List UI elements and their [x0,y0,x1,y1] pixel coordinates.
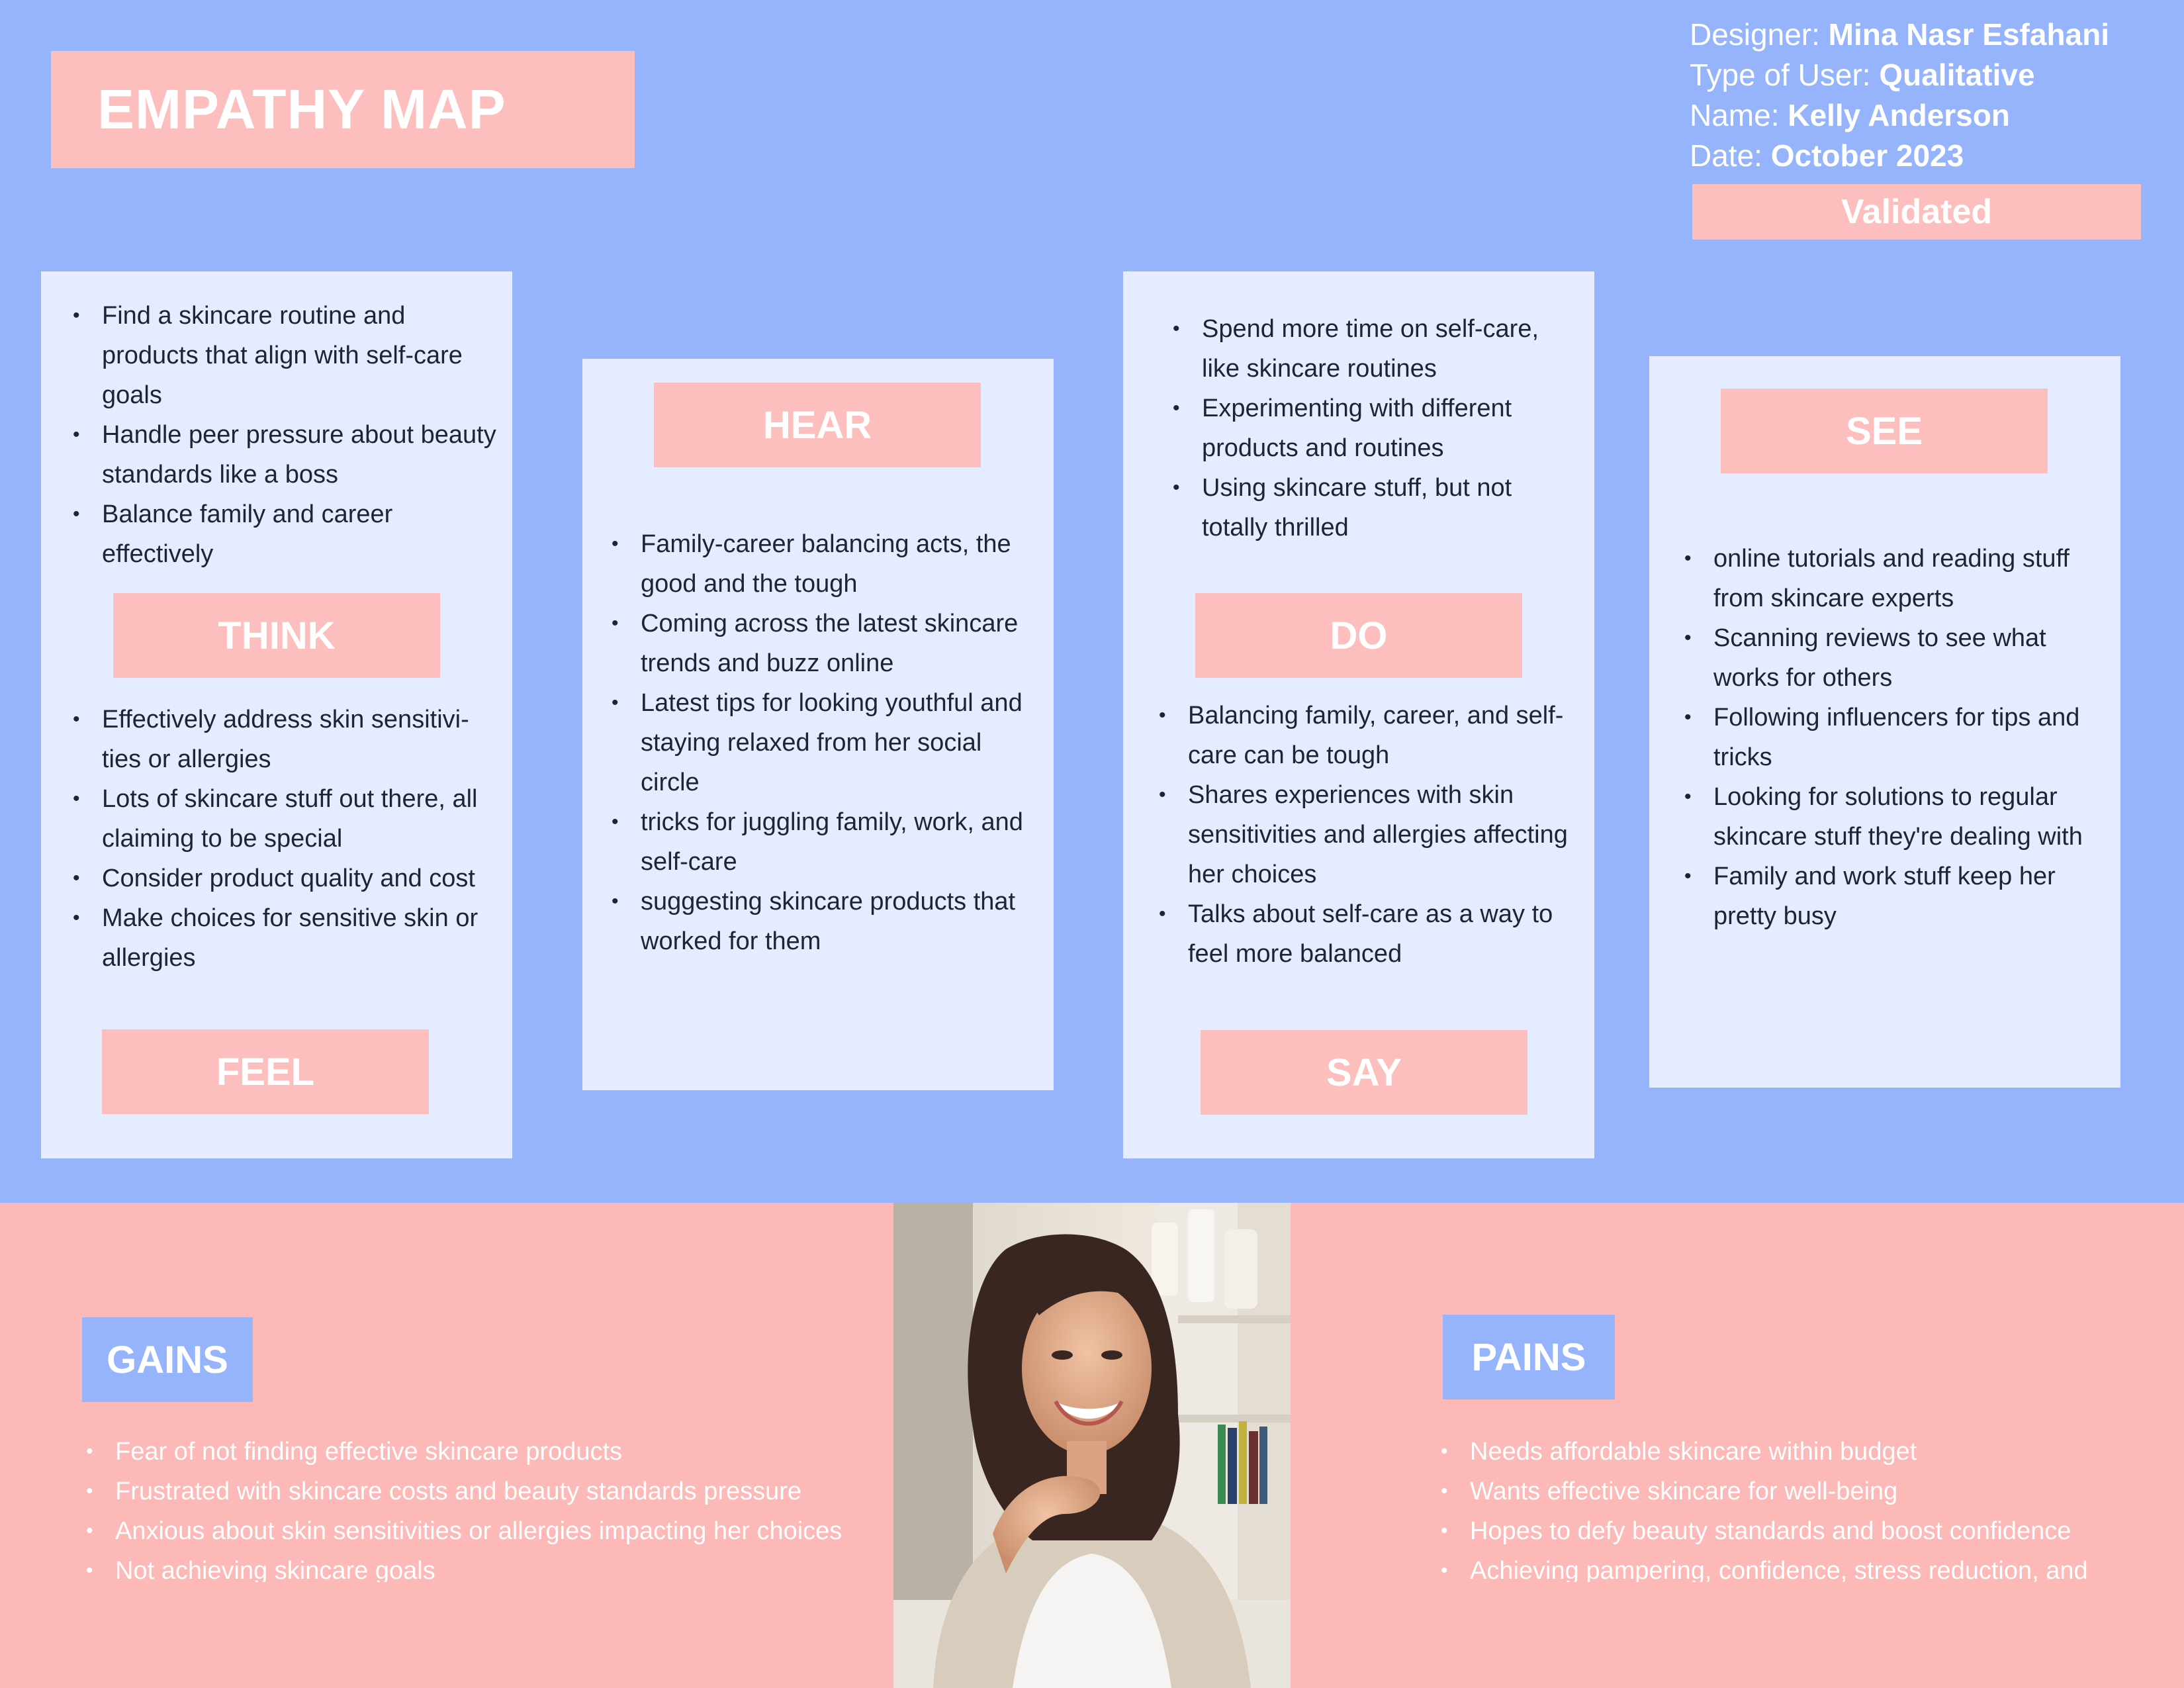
gains-label: GAINS [82,1317,253,1402]
list-item: Talks about self-care as a way to feel m… [1159,894,1569,974]
list-item: Following influencers for tips and trick… [1684,698,2101,777]
list-item: online tutorials and reading stuff from … [1684,539,2101,618]
persona-photo [893,1203,1291,1688]
list-item: Anxious about skin sensitivities or alle… [86,1511,880,1551]
think-list: Find a skincare routine and products tha… [73,296,496,574]
list-item: Hopes to defy beauty standards and boost… [1441,1511,2169,1551]
status-badge-label: Validated [1841,193,1993,231]
feel-list: Effectively address skin sensitivi-ties … [73,700,496,978]
pains-list-clip: Needs affordable skincare within budget … [1441,1432,2175,1582]
do-list: Spend more time on self-care, like skinc… [1173,309,1570,547]
see-list: online tutorials and reading stuff from … [1684,539,2101,936]
date-label: Date: [1690,138,1762,173]
feel-label: FEEL [102,1029,429,1114]
designer-label: Designer: [1690,17,1820,52]
user-type-label: Type of User: [1690,58,1871,92]
name-label: Name: [1690,98,1780,132]
name-line: Name: Kelly Anderson [1690,95,2153,136]
list-item: Family and work stuff keep her pretty bu… [1684,857,2101,936]
list-item: Spend more time on self-care, like skinc… [1173,309,1570,389]
list-item: tricks for juggling family, work, and se… [612,802,1035,882]
hear-list: Family-career balancing acts, the good a… [612,524,1035,961]
do-label: DO [1195,593,1522,678]
list-item: Achieving pampering, confidence, stress … [1441,1551,2169,1582]
list-item: Effectively address skin sensitivi-ties … [73,700,496,779]
page-title: EMPATHY MAP [97,78,506,140]
list-item: Looking for solutions to regular skincar… [1684,777,2101,857]
designer-value: Mina Nasr Esfahani [1819,17,2110,52]
date-value: October 2023 [1762,138,1964,173]
list-item: Not achieving skincare goals [86,1551,880,1582]
user-type-line: Type of User: Qualitative [1690,55,2153,95]
status-badge: Validated [1692,184,2141,240]
say-list: Balancing family, career, and self-care … [1159,696,1569,974]
list-item: Scanning reviews to see what works for o… [1684,618,2101,698]
list-item: Handle peer pressure about beauty standa… [73,415,496,494]
think-label: THINK [113,593,440,678]
pains-list: Needs affordable skincare within budget … [1441,1432,2169,1582]
meta-info: Designer: Mina Nasr Esfahani Type of Use… [1690,15,2153,176]
gains-list-clip: Fear of not finding effective skincare p… [86,1432,887,1582]
list-item: Lots of skincare stuff out there, all cl… [73,779,496,859]
list-item: Wants effective skincare for well-being [1441,1472,2169,1511]
list-item: Make choices for sensitive skin or aller… [73,898,496,978]
list-item: Latest tips for looking youthful and sta… [612,683,1035,802]
list-item: Needs affordable skincare within budget [1441,1432,2169,1472]
list-item: Family-career balancing acts, the good a… [612,524,1035,604]
list-item: Consider product quality and cost [73,859,496,898]
list-item: suggesting skincare products that worked… [612,882,1035,961]
list-item: Frustrated with skincare costs and beaut… [86,1472,880,1511]
say-label: SAY [1201,1030,1527,1115]
date-line: Date: October 2023 [1690,136,2153,176]
name-value: Kelly Anderson [1779,98,2010,132]
gains-list: Fear of not finding effective skincare p… [86,1432,880,1582]
list-item: Find a skincare routine and products tha… [73,296,496,415]
list-item: Experimenting with different products an… [1173,389,1570,468]
hear-label: HEAR [654,383,981,467]
designer-line: Designer: Mina Nasr Esfahani [1690,15,2153,55]
list-item: Balancing family, career, and self-care … [1159,696,1569,775]
pains-label: PAINS [1443,1315,1615,1399]
list-item: Coming across the latest skincare trends… [612,604,1035,683]
list-item: Balance family and career effectively [73,494,496,574]
list-item: Using skincare stuff, but not totally th… [1173,468,1570,547]
user-type-value: Qualitative [1870,58,2035,92]
list-item: Fear of not finding effective skincare p… [86,1432,880,1472]
list-item: Shares experiences with skin sensitiviti… [1159,775,1569,894]
see-label: SEE [1721,389,2048,473]
title-banner: EMPATHY MAP [51,51,635,168]
